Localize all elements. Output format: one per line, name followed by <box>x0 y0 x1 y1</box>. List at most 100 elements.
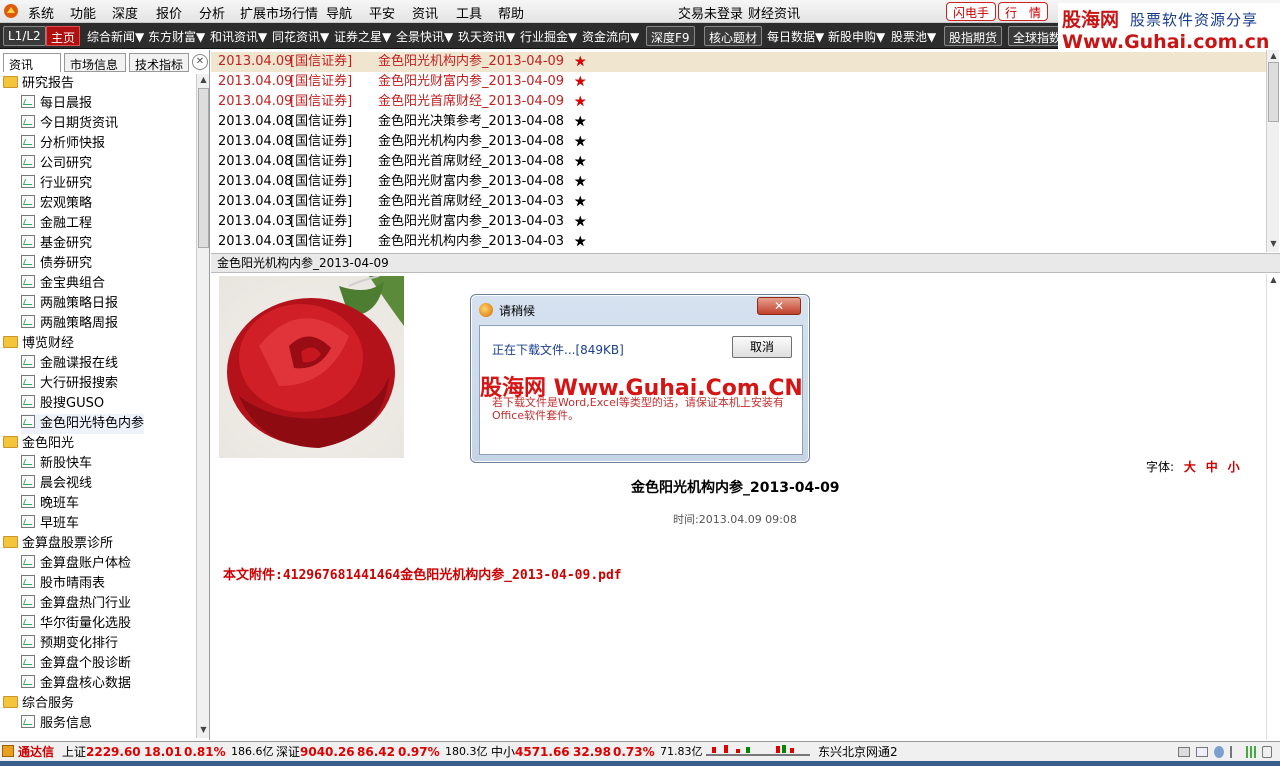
scroll-thumb[interactable] <box>198 88 209 248</box>
tree-item[interactable]: 行业研究 <box>21 174 92 194</box>
signal-icon[interactable] <box>1246 746 1256 758</box>
lock-icon[interactable] <box>1262 746 1272 758</box>
ipo-menu[interactable]: 新股申购▼ <box>824 26 889 46</box>
flash-trade-button[interactable]: 闪电手 <box>946 2 997 21</box>
tree-item[interactable]: 股市晴雨表 <box>21 574 105 594</box>
menu-tools[interactable]: 工具 <box>456 3 482 22</box>
menu-quote[interactable]: 报价 <box>156 3 182 22</box>
news-row[interactable]: 2013.04.03 [国信证券] 金色阳光机构内参_2013-04-03 ★ ☆ ☆ ☆ ☆ <box>211 232 1266 252</box>
news-row[interactable]: 2013.04.08 [国信证券] 金色阳光机构内参_2013-04-08 ★ ☆ ☆ ☆ ☆ <box>211 132 1266 152</box>
menu-navigation[interactable]: 导航 <box>326 3 352 22</box>
tree-item[interactable]: 两融策略日报 <box>21 294 118 314</box>
mail-icon[interactable] <box>1196 747 1208 757</box>
stock-pool-menu[interactable]: 股票池▼ <box>887 26 940 46</box>
tab-eastmoney[interactable]: 东方财富▼ <box>144 26 209 46</box>
trade-login-status[interactable]: 交易未登录 <box>678 3 743 22</box>
tree-item[interactable]: 股搜GUSO <box>21 394 104 414</box>
tree-folder[interactable]: 研究报告 <box>3 74 74 94</box>
tree-item[interactable]: 华尔街量化选股 <box>21 614 131 634</box>
news-row[interactable]: 2013.04.09 [国信证券] 金色阳光机构内参_2013-04-09 ★ ☆ ☆ ☆ ☆ <box>211 52 1266 72</box>
menu-help[interactable]: 帮助 <box>498 3 524 22</box>
menu-pingan[interactable]: 平安 <box>369 3 395 22</box>
news-row[interactable]: 2013.04.03 [国信证券] 金色阳光首席财经_2013-04-03 ★ ☆ ☆ ☆ ☆ <box>211 192 1266 212</box>
tree-item[interactable]: 金宝典组合 <box>21 274 105 294</box>
tree-item[interactable]: 晨会视线 <box>21 474 92 494</box>
tree-item[interactable]: 金算盘热门行业 <box>21 594 131 614</box>
tree-item[interactable]: 金融工程 <box>21 214 92 234</box>
tree-item[interactable]: 分析师快报 <box>21 134 105 154</box>
tree-item[interactable]: 晚班车 <box>21 494 79 514</box>
tab-news[interactable]: 资讯 <box>3 53 61 72</box>
font-size-small[interactable]: 小 <box>1228 460 1240 474</box>
app-name[interactable]: 通达信 <box>18 743 54 761</box>
tab-stockstar[interactable]: 证券之星▼ <box>330 26 395 46</box>
tab-technical-indicators[interactable]: 技术指标 <box>129 53 189 72</box>
tree-item[interactable]: 金算盘个股诊断 <box>21 654 131 674</box>
scroll-down-icon[interactable]: ▼ <box>1268 239 1279 251</box>
attachment-link[interactable]: 本文附件:412967681441464金色阳光机构内参_2013-04-09.… <box>223 564 622 583</box>
tree-folder[interactable]: 综合服务 <box>3 694 74 714</box>
close-panel-icon[interactable]: ✕ <box>192 54 208 70</box>
tab-jiutian[interactable]: 玖天资讯▼ <box>454 26 519 46</box>
scroll-down-icon[interactable]: ▼ <box>198 725 209 737</box>
menu-depth[interactable]: 深度 <box>112 3 138 22</box>
tree-item[interactable]: 服务信息 <box>21 714 92 734</box>
menu-function[interactable]: 功能 <box>70 3 96 22</box>
index-futures-button[interactable]: 股指期货 <box>944 26 1003 46</box>
tab-market-info[interactable]: 市场信息 <box>64 53 126 72</box>
news-row[interactable]: 2013.04.09 [国信证券] 金色阳光财富内参_2013-04-09 ★ ☆ ☆ ☆ ☆ <box>211 72 1266 92</box>
left-scrollbar[interactable]: ▲ ▼ <box>196 74 209 738</box>
tree-item[interactable]: 每日晨报 <box>21 94 92 114</box>
tab-p5w[interactable]: 全景快讯▼ <box>392 26 457 46</box>
tree-item[interactable]: 大行研报搜索 <box>21 374 118 394</box>
tree-item[interactable]: 新股快车 <box>21 454 92 474</box>
tree-item[interactable]: 宏观策略 <box>21 194 92 214</box>
daily-data-menu[interactable]: 每日数据▼ <box>763 26 828 46</box>
news-row[interactable]: 2013.04.08 [国信证券] 金色阳光首席财经_2013-04-08 ★ ☆ ☆ ☆ ☆ <box>211 152 1266 172</box>
news-row[interactable]: 2013.04.03 [国信证券] 金色阳光财富内参_2013-04-03 ★ ☆ ☆ ☆ ☆ <box>211 212 1266 232</box>
tree-item[interactable]: 预期变化排行 <box>21 634 118 654</box>
tree-folder[interactable]: 博览财经 <box>3 334 74 354</box>
scroll-up-icon[interactable]: ▲ <box>198 75 209 87</box>
dialog-close-button[interactable]: ✕ <box>757 297 801 315</box>
tab-general-news[interactable]: 综合新闻▼ <box>83 26 148 46</box>
tree-item[interactable]: 金融谍报在线 <box>21 354 118 374</box>
keyboard-icon[interactable] <box>1178 747 1190 757</box>
finance-news-link[interactable]: 财经资讯 <box>748 3 800 22</box>
antenna-icon[interactable] <box>1230 746 1240 758</box>
core-theme-button[interactable]: 核心题材 <box>704 26 763 46</box>
tree-item[interactable]: 两融策略周报 <box>21 314 118 334</box>
tab-10jqka[interactable]: 同花资讯▼ <box>268 26 333 46</box>
article-scrollbar[interactable]: ▲ <box>1266 274 1279 740</box>
scroll-up-icon[interactable]: ▲ <box>1268 275 1279 287</box>
tree-item[interactable]: 债券研究 <box>21 254 92 274</box>
tree-folder[interactable]: 金算盘股票诊所 <box>3 534 113 554</box>
tree-item[interactable]: 早班车 <box>21 514 79 534</box>
tree-item[interactable]: 金色阳光特色内参 <box>21 414 145 434</box>
menu-extended-market[interactable]: 扩展市场行情 <box>240 3 318 22</box>
server-name[interactable]: 东兴北京网通2 <box>818 743 898 761</box>
tree-folder[interactable]: 金色阳光 <box>3 434 74 454</box>
tree-item[interactable]: 公司研究 <box>21 154 92 174</box>
tree-item[interactable]: 金算盘账户体检 <box>21 554 131 574</box>
tab-capital-flow[interactable]: 资金流向▼ <box>578 26 643 46</box>
tree-item[interactable]: 金算盘核心数据 <box>21 674 131 694</box>
globe-icon[interactable] <box>1214 746 1224 758</box>
news-row[interactable]: 2013.04.08 [国信证券] 金色阳光决策参考_2013-04-08 ★ ☆ ☆ ☆ ☆ <box>211 112 1266 132</box>
font-size-large[interactable]: 大 <box>1184 460 1196 474</box>
market-quote-button[interactable]: 行 情 <box>998 2 1049 21</box>
menu-analysis[interactable]: 分析 <box>199 3 225 22</box>
home-tab[interactable]: 主页 <box>46 26 81 46</box>
font-size-medium[interactable]: 中 <box>1206 460 1218 474</box>
news-row[interactable]: 2013.04.08 [国信证券] 金色阳光财富内参_2013-04-08 ★ ☆ ☆ ☆ ☆ <box>211 172 1266 192</box>
tab-hexun[interactable]: 和讯资讯▼ <box>206 26 271 46</box>
tree-item[interactable]: 今日期货资讯 <box>21 114 118 134</box>
tab-industry[interactable]: 行业掘金▼ <box>516 26 581 46</box>
cancel-button[interactable]: 取消 <box>732 336 792 358</box>
depth-f9-button[interactable]: 深度F9 <box>646 26 695 46</box>
menu-news[interactable]: 资讯 <box>412 3 438 22</box>
menu-system[interactable]: 系统 <box>28 3 54 22</box>
news-scrollbar[interactable]: ▲ ▼ <box>1266 50 1279 252</box>
scroll-thumb[interactable] <box>1268 62 1279 122</box>
l1-l2-toggle[interactable]: L1/L2 <box>3 26 46 46</box>
